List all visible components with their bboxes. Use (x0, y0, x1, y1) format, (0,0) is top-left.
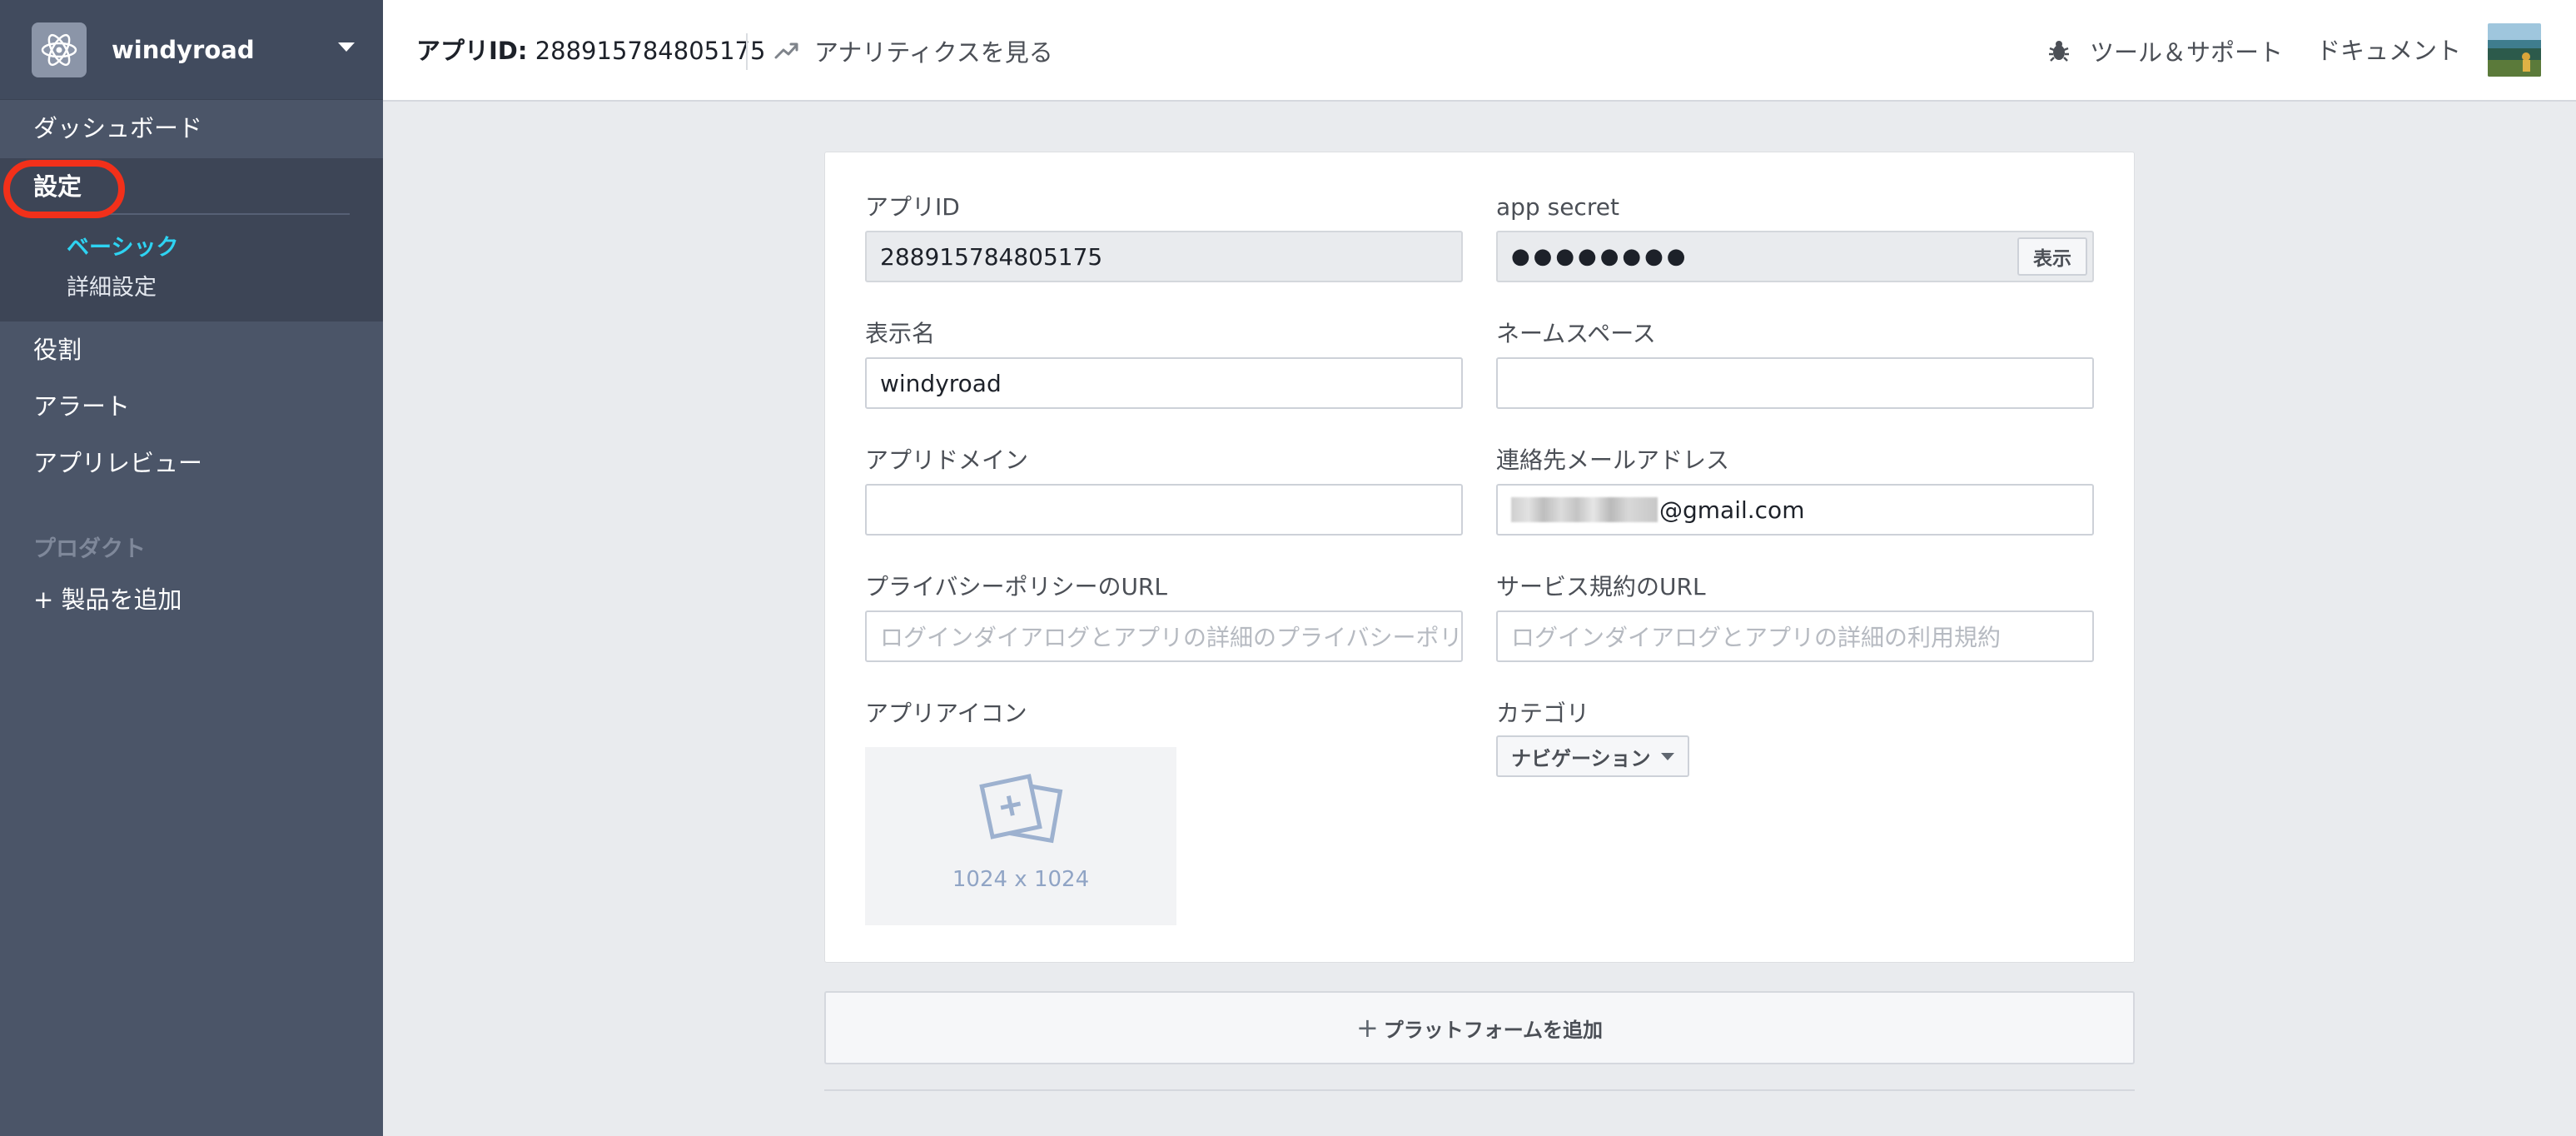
sidebar-subitem-basic[interactable]: ベーシック (67, 232, 178, 265)
products-heading: プロダクト (33, 536, 146, 562)
app-secret-label: app secret (1496, 193, 1619, 221)
atom-icon (32, 22, 87, 77)
sidebar-item-dashboard[interactable]: ダッシュボード (33, 112, 202, 145)
show-secret-button[interactable]: 表示 (2017, 237, 2087, 276)
sidebar: windyroad ダッシュボード 設定 ベーシック 詳細設定 役割 アラート … (0, 0, 383, 1136)
app-name: windyroad (112, 36, 255, 64)
app-id-display: アプリID: 288915784805175 (416, 33, 765, 68)
tools-support-link[interactable]: ツール＆サポート (2046, 33, 2283, 68)
category-dropdown[interactable]: ナビゲーション (1496, 735, 1689, 777)
chevron-down-icon[interactable] (338, 42, 355, 52)
app-id-field[interactable]: 288915784805175 (865, 231, 1463, 282)
display-name-input[interactable]: windyroad (865, 357, 1463, 409)
sidebar-item-app-review[interactable]: アプリレビュー (33, 446, 202, 480)
app-icon-size: 1024 x 1024 (952, 867, 1090, 892)
add-platform-label: プラットフォームを追加 (1383, 1018, 1604, 1042)
app-id-field-label: アプリID (865, 193, 960, 221)
app-domains-label: アプリドメイン (865, 446, 1029, 474)
divider (746, 33, 748, 70)
app-secret-field[interactable]: ●●●●●●●● 表示 (1496, 231, 2094, 282)
sidebar-subitem-advanced[interactable]: 詳細設定 (67, 272, 157, 305)
terms-url-label: サービス規約のURL (1496, 573, 1706, 600)
documents-link[interactable]: ドキュメント (2316, 33, 2461, 68)
app-id-value: 288915784805175 (535, 37, 766, 65)
sidebar-item-alerts[interactable]: アラート (33, 390, 130, 423)
avatar[interactable] (2488, 23, 2541, 77)
contact-email-label: 連絡先メールアドレス (1496, 446, 1730, 474)
app-secret-value: ●●●●●●●● (1511, 244, 1689, 269)
app-domains-input[interactable] (865, 484, 1463, 536)
basic-settings-card: アプリID 288915784805175 app secret ●●●●●●●… (824, 152, 2135, 963)
app-switcher[interactable]: windyroad (0, 0, 383, 100)
sidebar-item-roles[interactable]: 役割 (33, 333, 82, 366)
display-name-label: 表示名 (865, 320, 936, 347)
analytics-link[interactable]: アナリティクスを見る (774, 33, 1053, 68)
category-value: ナビゲーション (1511, 746, 1651, 770)
plus-icon: + (1355, 1012, 1379, 1044)
terms-url-input[interactable]: ログインダイアログとアプリの詳細の利用規約 (1496, 610, 2094, 662)
chevron-down-icon (1660, 752, 1674, 760)
add-platform-button[interactable]: + プラットフォームを追加 (824, 991, 2135, 1064)
contact-email-input[interactable]: @gmail.com (1496, 484, 2094, 536)
add-product-link[interactable]: + 製品を追加 (33, 583, 182, 616)
redacted-email-user (1511, 497, 1658, 522)
namespace-label: ネームスペース (1496, 320, 1656, 347)
highlight-annotation (3, 160, 125, 218)
trend-arrow-icon (774, 42, 798, 59)
tools-support-label: ツール＆サポート (2090, 38, 2284, 67)
add-image-icon (979, 774, 1063, 844)
analytics-label: アナリティクスを見る (814, 38, 1053, 67)
privacy-url-label: プライバシーポリシーのURL (865, 573, 1167, 600)
app-icon-label: アプリアイコン (865, 700, 1027, 727)
category-label: カテゴリ (1496, 700, 1590, 727)
divider (824, 1089, 2135, 1091)
contact-email-domain: @gmail.com (1659, 496, 1805, 524)
app-id-label: アプリID: (416, 37, 528, 65)
app-icon-upload[interactable]: 1024 x 1024 (865, 747, 1176, 925)
top-bar: アプリID: 288915784805175 アナリティクスを見る ツール＆サポ… (383, 0, 2576, 102)
namespace-input[interactable] (1496, 357, 2094, 409)
bug-icon (2049, 41, 2069, 62)
privacy-url-input[interactable]: ログインダイアログとアプリの詳細のプライバシーポリ (865, 610, 1463, 662)
